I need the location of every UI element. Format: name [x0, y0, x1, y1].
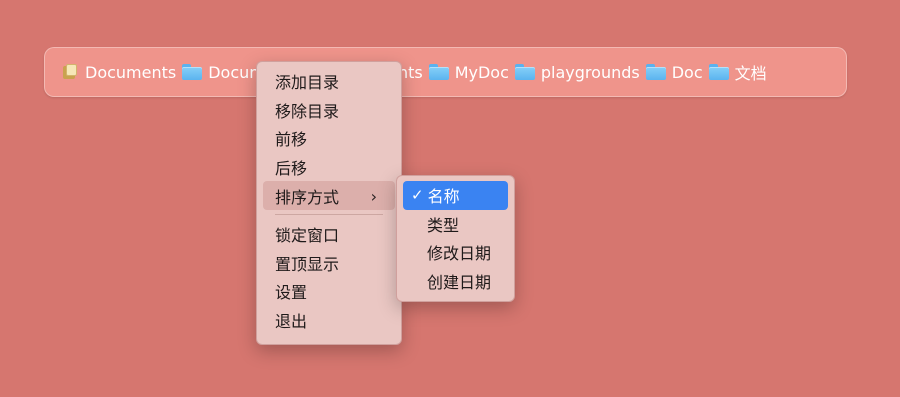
menu-separator: [275, 213, 383, 215]
sort-option-created-date[interactable]: 创建日期: [403, 267, 508, 296]
context-menu: 添加目录 移除目录 前移 后移 排序方式 › 锁定窗口 置顶显示 设置 退出: [256, 61, 402, 345]
menu-item-always-on-top[interactable]: 置顶显示: [263, 249, 395, 278]
sort-option-label: 名称: [427, 187, 460, 207]
folder-icon: [514, 64, 535, 80]
menu-item-move-forward[interactable]: 前移: [263, 124, 395, 153]
menu-item-settings[interactable]: 设置: [263, 277, 395, 306]
checkmark-icon: ✓: [411, 186, 424, 205]
sort-option-modified-date[interactable]: 修改日期: [403, 238, 508, 267]
menu-item-move-backward[interactable]: 后移: [263, 153, 395, 182]
menu-item-remove-directory[interactable]: 移除目录: [263, 96, 395, 125]
folder-icon: [182, 64, 203, 80]
breadcrumb-playgrounds[interactable]: playgrounds: [514, 62, 640, 82]
breadcrumb-label: MyDoc: [454, 62, 509, 82]
breadcrumb-documents-root[interactable]: Documents: [63, 63, 176, 82]
menu-item-label: 排序方式: [275, 187, 340, 207]
breadcrumb-label: 文档: [734, 64, 767, 83]
breadcrumb-wendang[interactable]: 文档: [708, 60, 767, 84]
sort-option-name[interactable]: ✓ 名称: [403, 181, 508, 210]
sort-submenu: ✓ 名称 类型 修改日期 创建日期: [396, 175, 515, 302]
breadcrumb-label: Documents: [85, 62, 177, 82]
chevron-right-icon: ›: [370, 187, 377, 207]
breadcrumb-label: Doc: [671, 62, 703, 82]
breadcrumb-mydoc[interactable]: MyDoc: [428, 62, 509, 82]
menu-item-lock-window[interactable]: 锁定窗口: [263, 220, 395, 249]
menu-item-quit[interactable]: 退出: [263, 306, 395, 335]
menu-item-sort-by[interactable]: 排序方式 ›: [263, 181, 395, 210]
breadcrumb-label: playgrounds: [540, 62, 640, 82]
sort-option-type[interactable]: 类型: [403, 210, 508, 239]
folder-icon: [708, 64, 729, 80]
folder-icon: [645, 64, 666, 80]
breadcrumb-doc[interactable]: Doc: [645, 62, 703, 82]
path-bar: Documents Documents Documents MyDoc play…: [44, 47, 847, 97]
folder-icon: [428, 64, 449, 80]
document-stack-icon: [63, 64, 77, 80]
menu-item-add-directory[interactable]: 添加目录: [263, 67, 395, 96]
